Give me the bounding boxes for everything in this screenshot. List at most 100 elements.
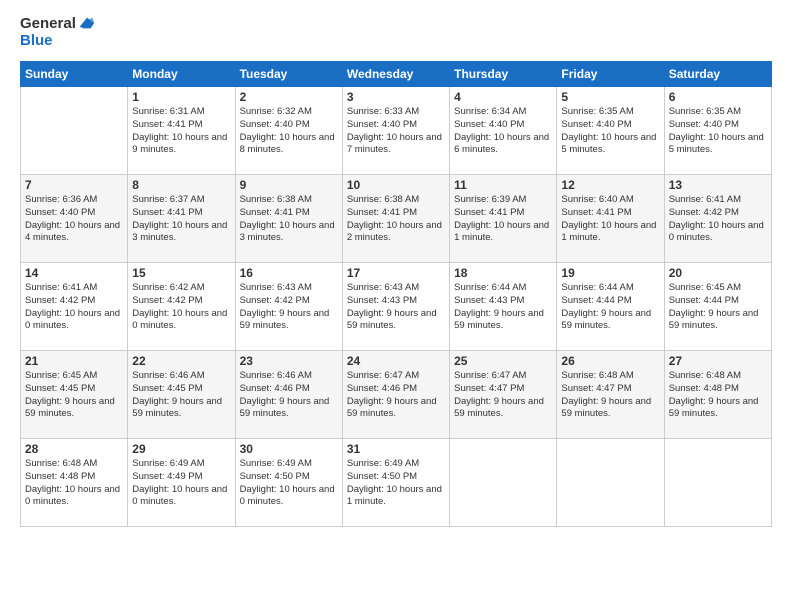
- page: General Blue SundayMondayTuesdayWednesda…: [0, 0, 792, 612]
- day-info: Sunrise: 6:38 AMSunset: 4:41 PMDaylight:…: [240, 194, 338, 245]
- day-number: 28: [25, 442, 123, 456]
- calendar-cell: 7Sunrise: 6:36 AMSunset: 4:40 PMDaylight…: [21, 175, 128, 263]
- logo-general: General: [20, 16, 96, 33]
- calendar-cell: 29Sunrise: 6:49 AMSunset: 4:49 PMDayligh…: [128, 439, 235, 527]
- day-number: 5: [561, 90, 659, 104]
- calendar-cell: 14 Sunrise: 6:41 AMSunset: 4:42 PMDayligh…: [21, 263, 128, 351]
- weekday-friday: Friday: [557, 62, 664, 87]
- calendar-cell: 19 Sunrise: 6:44 AMSunset: 4:44 PMDayligh…: [557, 263, 664, 351]
- day-number: 19: [561, 266, 659, 280]
- calendar-cell: 3 Sunrise: 6:33 AMSunset: 4:40 PMDaylight…: [342, 87, 449, 175]
- day-info: Sunrise: 6:43 AMSunset: 4:43 PMDaylight:…: [347, 282, 445, 333]
- calendar-cell: 10 Sunrise: 6:38 AMSunset: 4:41 PMDayligh…: [342, 175, 449, 263]
- calendar-cell: 20 Sunrise: 6:45 AMSunset: 4:44 PMDayligh…: [664, 263, 771, 351]
- weekday-thursday: Thursday: [450, 62, 557, 87]
- calendar-cell: 21 Sunrise: 6:45 AMSunset: 4:45 PMDayligh…: [21, 351, 128, 439]
- day-info: Sunrise: 6:34 AMSunset: 4:40 PMDaylight:…: [454, 106, 552, 157]
- calendar-cell: 11 Sunrise: 6:39 AMSunset: 4:41 PMDayligh…: [450, 175, 557, 263]
- day-number: 21: [25, 354, 123, 368]
- day-number: 9: [240, 178, 338, 192]
- logo: General Blue: [20, 16, 96, 49]
- calendar-cell: 30 Sunrise: 6:49 AMSunset: 4:50 PMDayligh…: [235, 439, 342, 527]
- week-row-2: 7Sunrise: 6:36 AMSunset: 4:40 PMDaylight…: [21, 175, 772, 263]
- day-number: 7: [25, 178, 123, 192]
- day-info: Sunrise: 6:48 AMSunset: 4:48 PMDaylight:…: [25, 458, 123, 509]
- day-info: Sunrise: 6:38 AMSunset: 4:41 PMDaylight:…: [347, 194, 445, 245]
- calendar-cell: [21, 87, 128, 175]
- day-info: Sunrise: 6:49 AMSunset: 4:50 PMDaylight:…: [240, 458, 338, 509]
- day-info: Sunrise: 6:37 AMSunset: 4:41 PMDaylight:…: [132, 194, 230, 245]
- day-info: Sunrise: 6:31 AMSunset: 4:41 PMDaylight:…: [132, 106, 230, 157]
- day-info: Sunrise: 6:32 AMSunset: 4:40 PMDaylight:…: [240, 106, 338, 157]
- calendar-cell: 23 Sunrise: 6:46 AMSunset: 4:46 PMDayligh…: [235, 351, 342, 439]
- day-number: 17: [347, 266, 445, 280]
- day-info: Sunrise: 6:46 AMSunset: 4:45 PMDaylight:…: [132, 370, 230, 421]
- calendar-cell: [557, 439, 664, 527]
- calendar-cell: 1 Sunrise: 6:31 AMSunset: 4:41 PMDaylight…: [128, 87, 235, 175]
- calendar-cell: 31Sunrise: 6:49 AMSunset: 4:50 PMDayligh…: [342, 439, 449, 527]
- day-number: 1: [132, 90, 230, 104]
- calendar-cell: 9 Sunrise: 6:38 AMSunset: 4:41 PMDaylight…: [235, 175, 342, 263]
- day-info: Sunrise: 6:43 AMSunset: 4:42 PMDaylight:…: [240, 282, 338, 333]
- calendar-cell: 16 Sunrise: 6:43 AMSunset: 4:42 PMDayligh…: [235, 263, 342, 351]
- day-info: Sunrise: 6:48 AMSunset: 4:47 PMDaylight:…: [561, 370, 659, 421]
- day-number: 30: [240, 442, 338, 456]
- day-number: 22: [132, 354, 230, 368]
- day-number: 4: [454, 90, 552, 104]
- calendar-cell: 27 Sunrise: 6:48 AMSunset: 4:48 PMDayligh…: [664, 351, 771, 439]
- day-info: Sunrise: 6:41 AMSunset: 4:42 PMDaylight:…: [25, 282, 123, 333]
- day-number: 13: [669, 178, 767, 192]
- calendar-cell: 18Sunrise: 6:44 AMSunset: 4:43 PMDayligh…: [450, 263, 557, 351]
- day-info: Sunrise: 6:33 AMSunset: 4:40 PMDaylight:…: [347, 106, 445, 157]
- weekday-monday: Monday: [128, 62, 235, 87]
- calendar-cell: 28 Sunrise: 6:48 AMSunset: 4:48 PMDayligh…: [21, 439, 128, 527]
- calendar-cell: [664, 439, 771, 527]
- week-row-1: 1 Sunrise: 6:31 AMSunset: 4:41 PMDaylight…: [21, 87, 772, 175]
- day-number: 16: [240, 266, 338, 280]
- day-info: Sunrise: 6:48 AMSunset: 4:48 PMDaylight:…: [669, 370, 767, 421]
- day-number: 24: [347, 354, 445, 368]
- calendar-cell: 13 Sunrise: 6:41 AMSunset: 4:42 PMDayligh…: [664, 175, 771, 263]
- day-number: 26: [561, 354, 659, 368]
- logo-blue: Blue: [20, 33, 96, 50]
- day-info: Sunrise: 6:46 AMSunset: 4:46 PMDaylight:…: [240, 370, 338, 421]
- day-number: 29: [132, 442, 230, 456]
- day-number: 23: [240, 354, 338, 368]
- day-info: Sunrise: 6:45 AMSunset: 4:45 PMDaylight:…: [25, 370, 123, 421]
- calendar-cell: 22 Sunrise: 6:46 AMSunset: 4:45 PMDayligh…: [128, 351, 235, 439]
- day-info: Sunrise: 6:47 AMSunset: 4:47 PMDaylight:…: [454, 370, 552, 421]
- day-number: 11: [454, 178, 552, 192]
- day-info: Sunrise: 6:44 AMSunset: 4:43 PMDaylight:…: [454, 282, 552, 333]
- day-number: 3: [347, 90, 445, 104]
- day-number: 6: [669, 90, 767, 104]
- calendar-cell: 4 Sunrise: 6:34 AMSunset: 4:40 PMDaylight…: [450, 87, 557, 175]
- day-number: 8: [132, 178, 230, 192]
- calendar-cell: 12 Sunrise: 6:40 AMSunset: 4:41 PMDayligh…: [557, 175, 664, 263]
- calendar-cell: 2 Sunrise: 6:32 AMSunset: 4:40 PMDaylight…: [235, 87, 342, 175]
- day-info: Sunrise: 6:44 AMSunset: 4:44 PMDaylight:…: [561, 282, 659, 333]
- day-number: 15: [132, 266, 230, 280]
- day-number: 20: [669, 266, 767, 280]
- calendar-cell: 5Sunrise: 6:35 AMSunset: 4:40 PMDaylight…: [557, 87, 664, 175]
- weekday-wednesday: Wednesday: [342, 62, 449, 87]
- day-number: 27: [669, 354, 767, 368]
- logo-icon: [78, 14, 96, 32]
- header: General Blue: [20, 16, 772, 49]
- day-info: Sunrise: 6:45 AMSunset: 4:44 PMDaylight:…: [669, 282, 767, 333]
- weekday-saturday: Saturday: [664, 62, 771, 87]
- day-info: Sunrise: 6:47 AMSunset: 4:46 PMDaylight:…: [347, 370, 445, 421]
- calendar-cell: 8 Sunrise: 6:37 AMSunset: 4:41 PMDaylight…: [128, 175, 235, 263]
- day-info: Sunrise: 6:42 AMSunset: 4:42 PMDaylight:…: [132, 282, 230, 333]
- day-number: 14: [25, 266, 123, 280]
- day-number: 10: [347, 178, 445, 192]
- day-number: 31: [347, 442, 445, 456]
- calendar-cell: 24 Sunrise: 6:47 AMSunset: 4:46 PMDayligh…: [342, 351, 449, 439]
- day-info: Sunrise: 6:41 AMSunset: 4:42 PMDaylight:…: [669, 194, 767, 245]
- day-number: 2: [240, 90, 338, 104]
- day-info: Sunrise: 6:39 AMSunset: 4:41 PMDaylight:…: [454, 194, 552, 245]
- week-row-5: 28 Sunrise: 6:48 AMSunset: 4:48 PMDayligh…: [21, 439, 772, 527]
- day-number: 12: [561, 178, 659, 192]
- calendar-table: SundayMondayTuesdayWednesdayThursdayFrid…: [20, 61, 772, 527]
- day-info: Sunrise: 6:40 AMSunset: 4:41 PMDaylight:…: [561, 194, 659, 245]
- week-row-3: 14 Sunrise: 6:41 AMSunset: 4:42 PMDayligh…: [21, 263, 772, 351]
